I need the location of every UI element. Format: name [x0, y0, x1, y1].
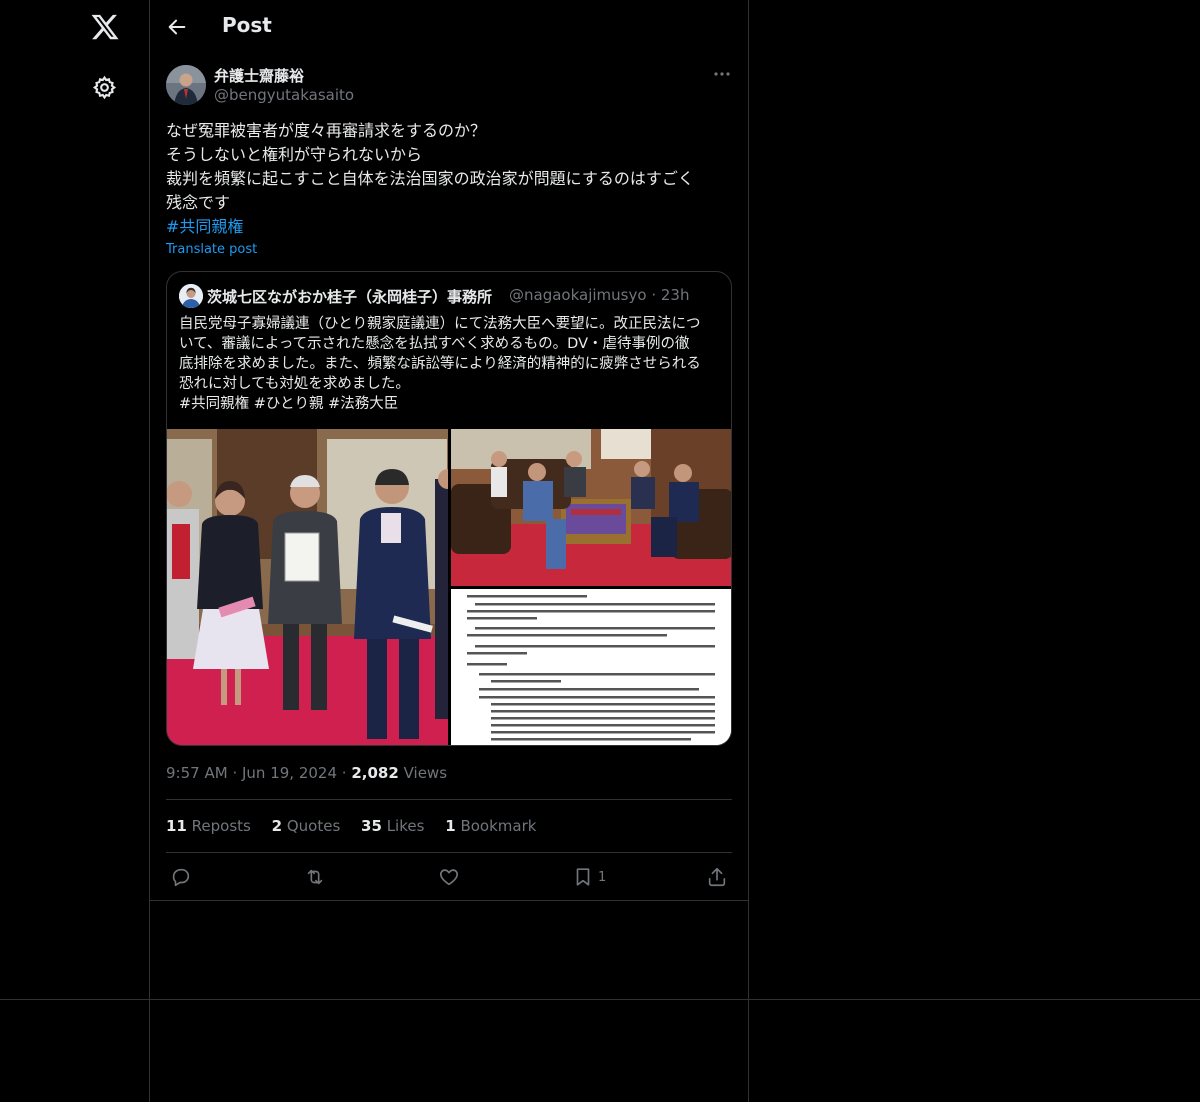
page-title: Post	[222, 13, 272, 37]
bookmarks-stat[interactable]: 1 Bookmark	[445, 817, 536, 835]
media-document-image[interactable]	[451, 589, 731, 745]
likes-count: 35	[361, 817, 382, 835]
quoted-text-line: 自民党母子寡婦議連（ひとり親家庭議連）にて法務大臣へ要望に。改正民法につ	[179, 316, 701, 332]
views-count: 2,082	[351, 764, 399, 782]
media-photo-group[interactable]	[167, 429, 448, 745]
hashtag-link[interactable]: #共同親権	[166, 215, 732, 239]
author-handle[interactable]: @bengyutakasaito	[214, 86, 354, 104]
likes-label: Likes	[386, 817, 425, 835]
bookmark-icon[interactable]	[572, 866, 594, 888]
reply-icon[interactable]	[170, 866, 192, 888]
quoted-text-line: 恐れに対しても対処を求めました。	[179, 376, 410, 392]
meta-separator: ·	[651, 286, 657, 304]
post-text-line: そうしないと権利が守られないから	[166, 145, 423, 164]
repost-icon[interactable]	[304, 866, 326, 888]
action-bar: 1	[166, 862, 732, 892]
post-date[interactable]: Jun 19, 2024	[242, 764, 337, 782]
meta-separator: ·	[232, 764, 238, 782]
quoted-hashtags[interactable]: #共同親権 #ひとり親 #法務大臣	[179, 394, 724, 414]
like-heart-icon[interactable]	[438, 866, 460, 888]
quoted-post[interactable]: 茨城七区ながおか桂子（永岡桂子）事務所 @nagaokajimusyo · 23…	[166, 271, 732, 746]
divider	[166, 799, 732, 800]
column-divider-right	[748, 0, 749, 1102]
quoted-avatar[interactable]	[179, 284, 203, 308]
quoted-author-handle[interactable]: @nagaokajimusyo	[509, 286, 647, 304]
divider	[166, 852, 732, 853]
reposts-label: Reposts	[191, 817, 251, 835]
bookmarks-label: Bookmark	[460, 817, 537, 835]
post-text: なぜ冤罪被害者が度々再審請求をするのか？ そうしないと権利が守られないから 裁判…	[166, 119, 732, 239]
post-text-line: 残念です	[166, 193, 231, 212]
post-time[interactable]: 9:57 AM	[166, 764, 228, 782]
quotes-stat[interactable]: 2 Quotes	[272, 817, 341, 835]
left-nav	[0, 0, 150, 1102]
quoted-text-line: 底排除を求めました。また、頻繁な訴訟等により経済的精神的に疲弊させられる	[179, 356, 701, 372]
quoted-post-text: 自民党母子寡婦議連（ひとり親家庭議連）にて法務大臣へ要望に。改正民法につ いて、…	[179, 314, 724, 414]
author-name[interactable]: 弁護士齋藤裕	[214, 65, 304, 86]
media-photo-meeting[interactable]	[451, 429, 731, 586]
views-label: Views	[403, 764, 448, 782]
quotes-label: Quotes	[286, 817, 341, 835]
reposts-count: 11	[166, 817, 187, 835]
quoted-post-header: 茨城七区ながおか桂子（永岡桂子）事務所 @nagaokajimusyo · 23…	[179, 284, 719, 308]
post-author: 弁護士齋藤裕 @bengyutakasaito	[166, 64, 732, 108]
reposts-stat[interactable]: 11 Reposts	[166, 817, 251, 835]
header: Post	[150, 0, 748, 53]
avatar[interactable]	[166, 65, 206, 105]
post-detail-column: Post 弁護士齋藤裕 @bengyutakasaito なぜ冤罪被害者が度々再…	[150, 0, 748, 901]
bottom-divider	[0, 999, 1200, 1000]
x-logo-icon[interactable]	[90, 12, 120, 42]
share-icon[interactable]	[706, 866, 728, 888]
engagement-stats: 11 Reposts 2 Quotes 35 Likes 1 Bookmark	[166, 817, 732, 837]
quoted-text-line: いて、審議によって示された懸念を払拭すべく求めるもの。DV・虐待事例の徹	[179, 336, 690, 352]
quoted-author-name[interactable]: 茨城七区ながおか桂子（永岡桂子）事務所	[207, 286, 492, 307]
gear-icon[interactable]	[92, 75, 117, 100]
quotes-count: 2	[271, 817, 283, 835]
bookmarks-count: 1	[445, 817, 456, 835]
quoted-meta: @nagaokajimusyo · 23h	[509, 286, 689, 304]
more-options-icon[interactable]	[712, 64, 732, 84]
bookmark-count: 1	[598, 870, 607, 885]
quoted-timestamp[interactable]: 23h	[661, 286, 690, 304]
post-text-line: なぜ冤罪被害者が度々再審請求をするのか？	[166, 121, 487, 140]
meta-separator: ·	[341, 764, 347, 782]
arrow-left-icon[interactable]	[166, 16, 188, 38]
quoted-media-grid	[167, 429, 731, 745]
likes-stat[interactable]: 35 Likes	[361, 817, 424, 835]
post-text-line: 裁判を頻繁に起こすこと自体を法治国家の政治家が問題にするのはすごく	[166, 169, 694, 188]
post-timestamp-views: 9:57 AM · Jun 19, 2024 · 2,082 Views	[166, 764, 447, 782]
translate-post-link[interactable]: Translate post	[166, 242, 257, 257]
